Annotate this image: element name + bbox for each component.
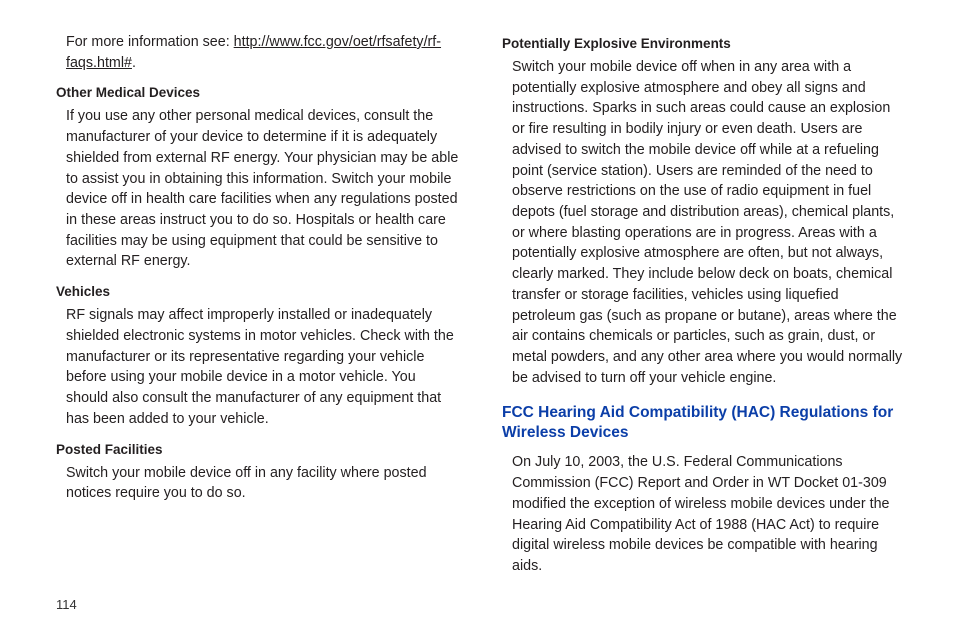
heading-vehicles: Vehicles [56,284,460,299]
heading-other-medical-devices: Other Medical Devices [56,85,460,100]
para-explosive-environments: Switch your mobile device off when in an… [502,57,906,389]
para-posted-facilities: Switch your mobile device off in any fac… [56,463,460,504]
intro-prefix: For more information see: [66,34,234,50]
para-vehicles: RF signals may affect improperly install… [56,305,460,429]
intro-paragraph: For more information see: http://www.fcc… [56,32,460,73]
heading-posted-facilities: Posted Facilities [56,442,460,457]
para-fcc-hac: On July 10, 2003, the U.S. Federal Commu… [502,452,906,576]
para-other-medical-devices: If you use any other personal medical de… [56,106,460,272]
page-number: 114 [56,597,906,612]
page-columns: For more information see: http://www.fcc… [56,32,906,585]
left-column: For more information see: http://www.fcc… [56,32,460,585]
heading-explosive-environments: Potentially Explosive Environments [502,36,906,51]
section-fcc-hac: FCC Hearing Aid Compatibility (HAC) Regu… [502,403,906,445]
right-column: Potentially Explosive Environments Switc… [502,32,906,585]
intro-suffix: . [132,55,136,71]
